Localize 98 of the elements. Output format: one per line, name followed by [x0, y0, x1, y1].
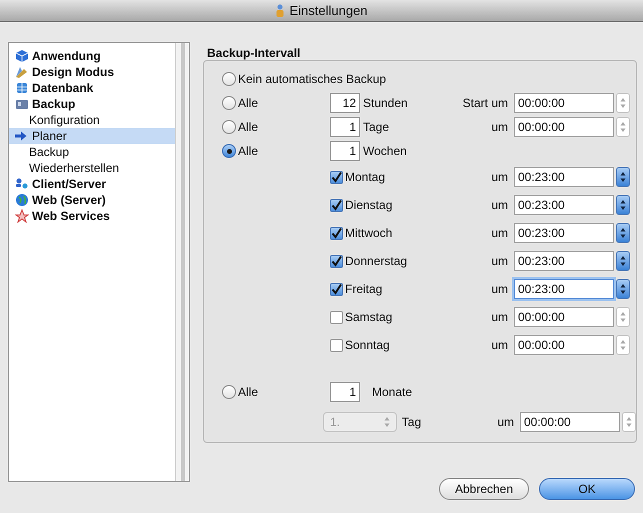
sidebar-item[interactable]: Web (Server)	[9, 192, 175, 208]
checkbox[interactable]	[330, 282, 343, 296]
checkbox-label: Samstag	[345, 309, 392, 326]
stepper-arrows-icon	[620, 283, 626, 295]
checkbox-label: Mittwoch	[345, 225, 392, 242]
checkmark-icon	[331, 228, 342, 238]
unit-label: Stunden	[363, 95, 409, 112]
time-field[interactable]: 00:00:00	[514, 117, 614, 137]
time-field[interactable]: 00:23:00	[514, 195, 614, 215]
radio-label: Alle	[238, 119, 258, 136]
time-field[interactable]: 00:00:00	[514, 335, 614, 355]
checkmark-icon	[331, 172, 342, 182]
checkbox-label: Donnerstag	[345, 253, 408, 270]
radio-label: Alle	[238, 384, 258, 401]
checkbox-label: Montag	[345, 169, 386, 186]
drive-icon	[15, 97, 29, 111]
checkbox-label: Dienstag	[345, 197, 392, 214]
stepper-button[interactable]	[616, 195, 630, 215]
sidebar-item[interactable]: Datenbank	[9, 80, 175, 96]
stepper-button[interactable]	[616, 167, 630, 187]
sidebar-item[interactable]: Client/Server	[9, 176, 175, 192]
stepper-arrows-icon	[626, 416, 632, 428]
time-label: um	[490, 253, 508, 270]
unit-label: Tag	[402, 414, 422, 431]
time-label: um	[490, 225, 508, 242]
time-label: um	[490, 309, 508, 326]
sidebar-item[interactable]: Backup	[9, 144, 175, 160]
checkbox[interactable]	[330, 254, 343, 268]
time-label: um	[496, 414, 514, 431]
checkmark-icon	[331, 284, 342, 294]
stepper-arrows-icon	[620, 97, 626, 109]
pencil-icon	[15, 65, 29, 79]
time-field[interactable]: 00:23:00	[514, 279, 614, 299]
checkmark-icon	[331, 200, 342, 210]
person-icon	[275, 4, 286, 17]
time-field[interactable]: 00:00:00	[514, 93, 614, 113]
stepper-arrows-icon	[620, 339, 626, 351]
globe-icon	[15, 193, 29, 207]
sidebar-item[interactable]: Planer	[9, 128, 175, 144]
sidebar-item[interactable]: Backup	[9, 96, 175, 112]
star-icon	[15, 209, 29, 223]
radio-button[interactable]	[222, 144, 236, 158]
stepper-arrows-icon	[620, 199, 626, 211]
sidebar-item[interactable]: Anwendung	[9, 48, 175, 64]
stepper-arrows-icon	[620, 227, 626, 239]
radio-button[interactable]	[222, 72, 236, 86]
sidebar-item[interactable]: Konfiguration	[9, 112, 175, 128]
group-title: Backup-Intervall	[207, 45, 302, 60]
stepper-arrows-icon	[620, 171, 626, 183]
arrow-icon	[15, 131, 27, 141]
checkbox[interactable]	[330, 226, 343, 240]
time-field[interactable]: 00:00:00	[514, 307, 614, 327]
people-icon	[15, 177, 29, 191]
radio-label: Alle	[238, 95, 258, 112]
time-field[interactable]: 00:23:00	[514, 251, 614, 271]
cube-icon	[15, 49, 29, 63]
unit-label: Monate	[372, 384, 412, 401]
radio-button[interactable]	[222, 120, 236, 134]
number-field[interactable]: 1	[330, 117, 360, 137]
sidebar-item[interactable]: Web Services	[9, 208, 175, 224]
time-label: um	[490, 197, 508, 214]
unit-label: Wochen	[363, 143, 407, 160]
number-field[interactable]: 12	[330, 93, 360, 113]
stepper-arrows-icon	[620, 121, 626, 133]
stepper-arrows-icon	[620, 311, 626, 323]
time-field[interactable]: 00:00:00	[520, 412, 620, 432]
checkbox[interactable]	[330, 310, 343, 324]
checkbox-label: Sonntag	[345, 337, 390, 354]
checkbox[interactable]	[330, 338, 343, 352]
number-field[interactable]: 1	[330, 141, 360, 161]
time-label: um	[490, 337, 508, 354]
checkbox-label: Freitag	[345, 281, 382, 298]
stepper-button[interactable]	[616, 251, 630, 271]
radio-button[interactable]	[222, 96, 236, 110]
window-title: Einstellungen	[289, 2, 368, 20]
time-label: um	[490, 119, 508, 136]
radio-button[interactable]	[222, 385, 236, 399]
ok-button[interactable]: OK	[539, 478, 635, 500]
stepper-arrows-icon	[384, 416, 390, 428]
checkbox[interactable]	[330, 198, 343, 212]
stepper-button[interactable]	[616, 223, 630, 243]
radio-label: Alle	[238, 143, 258, 160]
time-label: um	[490, 169, 508, 186]
unit-label: Tage	[363, 119, 390, 136]
checkmark-icon	[331, 256, 342, 266]
cancel-button[interactable]: Abbrechen	[439, 478, 529, 500]
checkbox[interactable]	[330, 170, 343, 184]
sidebar-item[interactable]: Design Modus	[9, 64, 175, 80]
time-label: Start um	[462, 95, 508, 112]
number-field[interactable]: 1	[330, 382, 360, 402]
time-label: um	[490, 281, 508, 298]
stepper-arrows-icon	[620, 255, 626, 267]
time-field[interactable]: 00:23:00	[514, 167, 614, 187]
sidebar-item[interactable]: Wiederherstellen	[9, 160, 175, 176]
database-icon	[15, 81, 29, 95]
stepper-button[interactable]	[616, 279, 630, 299]
time-field[interactable]: 00:23:00	[514, 223, 614, 243]
radio-label: Kein automatisches Backup	[238, 71, 386, 88]
